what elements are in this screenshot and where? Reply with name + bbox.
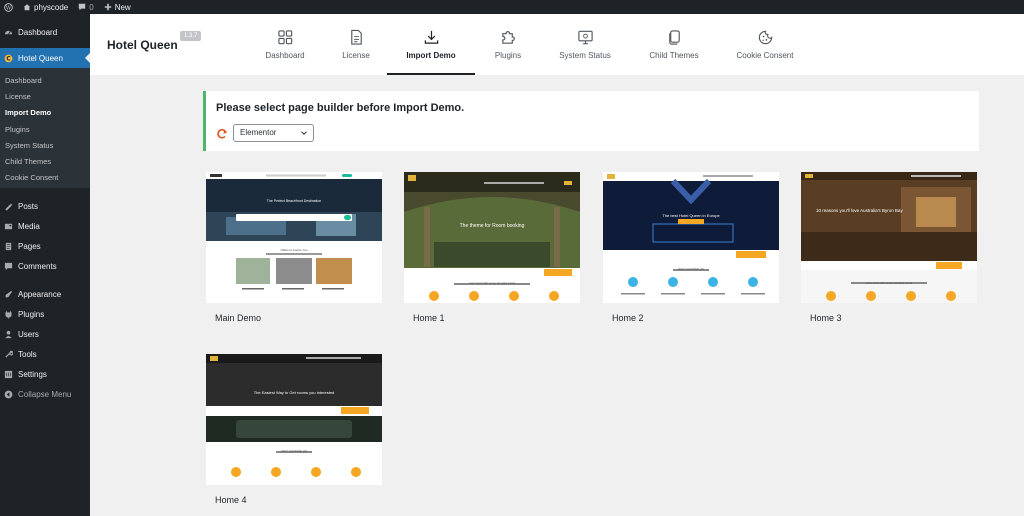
submenu-item-dashboard[interactable]: Dashboard <box>0 72 90 88</box>
demo-card-home-3[interactable]: 10 reasons you'll love Australia's Byron… <box>801 172 977 332</box>
svg-text:C: C <box>6 56 10 62</box>
tab-child-themes[interactable]: Child Themes <box>633 14 715 75</box>
menu-tools[interactable]: Tools <box>0 344 90 364</box>
demo-headline: The theme for Room booking <box>460 223 525 229</box>
menu-dashboard[interactable]: Dashboard <box>0 22 90 42</box>
plugins-icon <box>4 310 13 319</box>
demo-headline: The Easiest Way to Get rooms you interes… <box>254 390 335 395</box>
layers-icon <box>666 29 683 46</box>
page-builder-value: Elementor <box>240 128 277 137</box>
tab-import-demo[interactable]: Import Demo <box>387 14 475 75</box>
plugin-brand: Hotel Queen <box>107 38 178 52</box>
monitor-icon <box>577 29 594 46</box>
submenu-item-plugins[interactable]: Plugins <box>0 121 90 137</box>
demo-card-label: Home 1 <box>413 313 445 323</box>
plugin-header: Hotel Queen 1.3.7 Dashboard License Import… <box>90 14 1024 75</box>
version-badge: 1.3.7 <box>180 31 202 41</box>
demo-preview-image[interactable]: The best Hotel Queen in Europe WHY CHOOSE… <box>603 172 779 303</box>
notice-message: Please select page builder before Import… <box>216 102 465 114</box>
cookie-icon <box>757 29 774 46</box>
submenu-item-system-status[interactable]: System Status <box>0 137 90 153</box>
demo-section-title: WHY CHOOSE US <box>678 267 704 271</box>
collapse-icon <box>4 390 13 399</box>
demo-section-title: Let's start with some benefits Hotel <box>866 281 913 285</box>
tab-plugins[interactable]: Plugins <box>480 14 536 75</box>
download-icon <box>423 29 440 46</box>
comments-link[interactable]: 0 <box>78 2 94 12</box>
appearance-icon <box>4 290 13 299</box>
demo-section-title: Offers to inspire You <box>281 248 308 252</box>
demo-preview-image[interactable]: The Perfect Beachfront Destination Offers… <box>206 172 382 303</box>
chevron-down-icon <box>301 131 307 135</box>
tools-icon <box>4 350 13 359</box>
home-icon <box>23 4 31 11</box>
demo-preview-image[interactable]: The theme for Room booking Let's start wi… <box>404 172 580 303</box>
new-content-link[interactable]: New <box>104 3 131 12</box>
posts-icon <box>4 202 13 211</box>
tab-dashboard[interactable]: Dashboard <box>254 14 316 75</box>
users-icon <box>4 330 13 339</box>
menu-comments[interactable]: Comments <box>0 256 90 276</box>
demo-section-title: Let's start with some benefits Hotel <box>469 281 516 285</box>
demo-card-label: Home 2 <box>612 313 644 323</box>
tab-system-status[interactable]: System Status <box>546 14 624 75</box>
plus-icon <box>104 3 111 11</box>
demo-preview-image[interactable]: The Easiest Way to Get rooms you interes… <box>206 354 382 485</box>
submenu-item-import-demo[interactable]: Import Demo <box>0 105 90 121</box>
builder-notice: Please select page builder before Import… <box>203 91 979 151</box>
menu-settings[interactable]: Settings <box>0 364 90 384</box>
demo-card-home-1[interactable]: The theme for Room booking Let's start wi… <box>404 172 580 332</box>
settings-icon <box>4 370 13 379</box>
new-label: New <box>114 2 131 12</box>
comments-count: 0 <box>89 2 94 12</box>
page-builder-select[interactable]: Elementor <box>233 124 314 142</box>
demo-headline: The best Hotel Queen in Europe <box>662 213 720 218</box>
submenu-item-cookie-consent[interactable]: Cookie Consent <box>0 170 90 186</box>
comments-icon <box>4 262 13 271</box>
site-name-link[interactable]: physcode <box>23 3 68 12</box>
demo-headline: 10 reasons you'll love Australia's Byron… <box>816 208 904 213</box>
demo-headline: The Perfect Beachfront Destination <box>267 199 322 203</box>
menu-hotel-queen[interactable]: C Hotel Queen <box>0 48 90 68</box>
wordpress-logo-icon[interactable]: W <box>4 2 13 12</box>
demo-card-main-demo[interactable]: The Perfect Beachfront Destination Offers… <box>206 172 382 332</box>
site-name: physcode <box>34 2 69 12</box>
menu-plugins[interactable]: Plugins <box>0 304 90 324</box>
comment-icon <box>79 3 86 11</box>
pages-icon <box>4 242 13 251</box>
svg-text:W: W <box>6 5 12 11</box>
demo-card-label: Main Demo <box>215 313 262 323</box>
elementor-refresh-icon <box>217 129 227 139</box>
collapse-menu[interactable]: Collapse Menu <box>0 384 90 404</box>
submenu-item-child-themes[interactable]: Child Themes <box>0 153 90 169</box>
hotel-queen-submenu: Dashboard License Import Demo Plugins System… <box>0 68 90 189</box>
media-icon <box>4 222 13 231</box>
demo-preview-image[interactable]: 10 reasons you'll love Australia's Byron… <box>801 172 977 303</box>
demo-card-label: Home 4 <box>215 495 247 505</box>
dashboard-icon <box>4 28 13 37</box>
tab-cookie-consent[interactable]: Cookie Consent <box>723 14 807 75</box>
demo-card-home-2[interactable]: The best Hotel Queen in Europe WHY CHOOSE… <box>603 172 779 332</box>
puzzle-icon <box>500 29 517 46</box>
menu-appearance[interactable]: Appearance <box>0 284 90 304</box>
admin-sidebar: Dashboard C Hotel Queen Dashboard License… <box>0 14 90 516</box>
tab-license[interactable]: License <box>332 14 380 75</box>
menu-media[interactable]: Media <box>0 216 90 236</box>
grid-icon <box>277 29 294 46</box>
submenu-item-license[interactable]: License <box>0 88 90 104</box>
admin-bar: W physcode 0 New <box>0 0 1024 14</box>
demo-section-title: WHY CHOOSE US <box>281 449 307 453</box>
menu-posts[interactable]: Posts <box>0 196 90 216</box>
hotel-queen-logo-icon: C <box>4 54 13 63</box>
demo-card-label: Home 3 <box>810 313 842 323</box>
menu-users[interactable]: Users <box>0 324 90 344</box>
demo-card-home-4[interactable]: The Easiest Way to Get rooms you interes… <box>206 354 382 514</box>
document-icon <box>348 29 365 46</box>
menu-pages[interactable]: Pages <box>0 236 90 256</box>
